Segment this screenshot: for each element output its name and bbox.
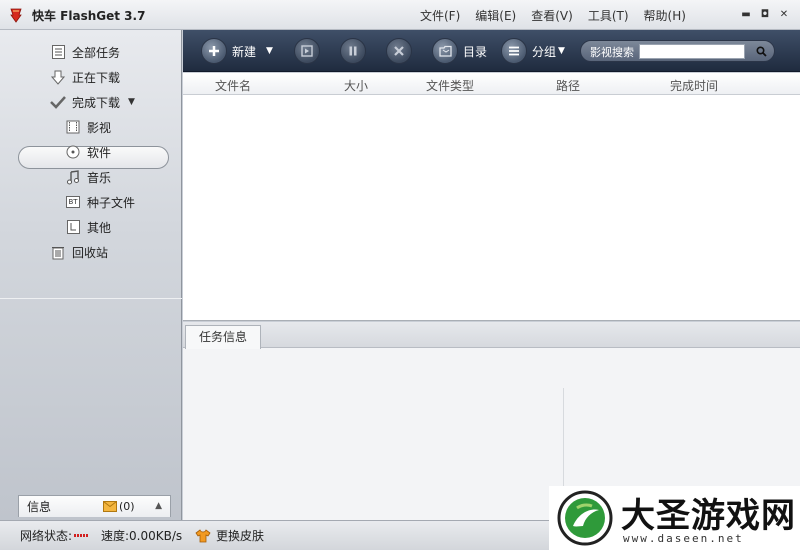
window-title: 快车 FlashGet 3.7 (32, 9, 146, 23)
download-arrow-icon (50, 69, 66, 85)
file-icon (65, 219, 81, 235)
menu-help[interactable]: 帮助(H) (644, 7, 686, 24)
search-input[interactable] (639, 44, 745, 59)
download-list[interactable]: 文件名 大小 文件类型 路径 完成时间 (183, 73, 800, 321)
column-filename[interactable]: 文件名 (215, 77, 251, 94)
sidebar-item-label: 种子文件 (87, 195, 136, 210)
music-note-icon (65, 169, 81, 185)
minimize-button[interactable]: ▬ (738, 8, 754, 22)
sidebar-item-label: 完成下载 (72, 95, 121, 110)
sidebar-item-label: 音乐 (87, 170, 112, 185)
sidebar-item-completed[interactable]: 完成下载 ▼ (50, 91, 135, 113)
menu-file[interactable]: 文件(F) (420, 7, 460, 24)
bt-icon-text: BT (66, 196, 80, 208)
delete-button[interactable] (386, 37, 412, 65)
pause-button[interactable] (340, 37, 366, 65)
site-watermark: 大圣游戏网 www.daseen.net (549, 486, 800, 550)
column-path[interactable]: 路径 (556, 77, 580, 94)
sidebar-item-downloading[interactable]: 正在下载 (50, 66, 120, 88)
sidebar-item-torrent[interactable]: BT 种子文件 (65, 191, 135, 213)
mail-icon (103, 501, 117, 512)
main-toolbar: 新建 ▼ 目录 分组 ▼ 影视搜索 (183, 30, 800, 72)
tab-task-info[interactable]: 任务信息 (185, 325, 261, 349)
network-status: 网络状态: (20, 527, 89, 544)
list-column-header: 文件名 大小 文件类型 路径 完成时间 (183, 73, 800, 95)
column-size[interactable]: 大小 (344, 77, 368, 94)
start-icon (294, 38, 320, 64)
sidebar-divider (0, 298, 182, 299)
sidebar-item-video[interactable]: 影视 (65, 116, 111, 138)
group-label: 分组 (532, 44, 557, 59)
search-icon[interactable] (752, 43, 770, 59)
plus-icon (201, 38, 227, 64)
window-controls: ▬ ◘ ✕ (735, 8, 792, 22)
sidebar-item-music[interactable]: 音乐 (65, 166, 111, 188)
trash-icon (50, 244, 66, 260)
menu-lines-icon (501, 38, 527, 64)
sidebar-item-software[interactable]: 软件 (65, 141, 111, 163)
sidebar-item-label: 回收站 (72, 245, 109, 260)
info-tab-label: 信息 (27, 500, 52, 514)
start-button[interactable] (294, 37, 320, 65)
flashget-logo-icon (10, 8, 22, 23)
disc-icon (65, 144, 81, 160)
pause-icon (340, 38, 366, 64)
video-search-box: 影视搜索 (580, 40, 775, 62)
delete-x-icon (386, 38, 412, 64)
maximize-button[interactable]: ◘ (757, 8, 773, 22)
menu-edit[interactable]: 编辑(E) (475, 7, 516, 24)
new-task-label: 新建 (232, 44, 257, 59)
menu-bar: 文件(F) 编辑(E) 查看(V) 工具(T) 帮助(H) (420, 7, 701, 24)
group-button[interactable]: 分组 ▼ (501, 37, 565, 65)
sidebar-item-label: 全部任务 (72, 45, 121, 60)
chevron-down-icon[interactable]: ▼ (266, 46, 273, 56)
close-button[interactable]: ✕ (776, 8, 792, 22)
chevron-up-icon[interactable]: ▲ (155, 501, 162, 511)
chevron-down-icon[interactable]: ▼ (558, 46, 565, 56)
download-speed: 速度:0.00KB/s (101, 529, 183, 543)
bt-icon: BT (65, 194, 81, 210)
tshirt-icon (195, 528, 211, 542)
menu-tools[interactable]: 工具(T) (588, 7, 629, 24)
task-info-tabbar: 任务信息 (183, 322, 800, 349)
film-icon (65, 119, 81, 135)
column-complete-time[interactable]: 完成时间 (670, 77, 718, 94)
change-skin-button[interactable]: 更换皮肤 (195, 527, 264, 544)
info-tab[interactable]: 信息 (0) ▲ (18, 495, 171, 517)
search-label: 影视搜索 (590, 46, 634, 59)
chevron-down-icon[interactable]: ▼ (128, 97, 135, 107)
change-skin-label: 更换皮肤 (216, 529, 265, 543)
category-sidebar: 全部任务 正在下载 完成下载 ▼ 影视 软件 音乐 BT 种子文件 其他 回收站 (0, 30, 182, 520)
sidebar-item-all-tasks[interactable]: 全部任务 (50, 41, 120, 63)
new-task-button[interactable]: 新建 ▼ (201, 37, 273, 65)
signal-bars-icon (74, 534, 89, 537)
checkmark-icon (50, 94, 66, 110)
sidebar-item-label: 正在下载 (72, 70, 121, 85)
sidebar-item-label: 其他 (87, 220, 112, 235)
menu-view[interactable]: 查看(V) (531, 7, 573, 24)
title-bar: 快车 FlashGet 3.7 文件(F) 编辑(E) 查看(V) 工具(T) … (0, 0, 800, 30)
sidebar-item-other[interactable]: 其他 (65, 216, 111, 238)
sidebar-item-recycle-bin[interactable]: 回收站 (50, 241, 108, 263)
network-status-label: 网络状态: (20, 529, 73, 543)
column-filetype[interactable]: 文件类型 (426, 77, 474, 94)
message-count: (0) (119, 500, 135, 513)
watermark-url: www.daseen.net (623, 532, 744, 545)
catalog-label: 目录 (463, 44, 488, 59)
list-icon (50, 44, 66, 60)
folder-icon (432, 38, 458, 64)
daseen-logo-icon (557, 490, 613, 546)
sidebar-item-label: 影视 (87, 120, 112, 135)
catalog-button[interactable]: 目录 (432, 37, 487, 65)
watermark-title: 大圣游戏网 (621, 496, 796, 536)
sidebar-item-label: 软件 (87, 145, 112, 160)
